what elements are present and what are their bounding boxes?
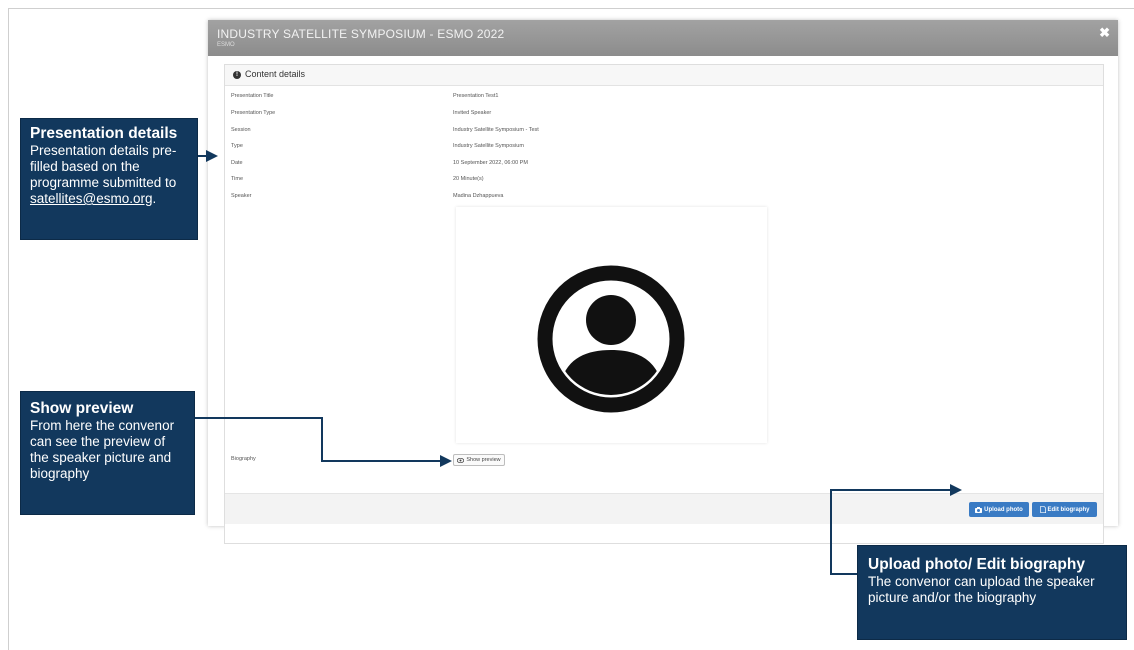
callout-body-text: Presentation details pre-filled based on… bbox=[30, 143, 177, 190]
upload-edit-callout: Upload photo/ Edit biography The conveno… bbox=[857, 545, 1127, 640]
satellites-email-link[interactable]: satellites@esmo.org bbox=[30, 191, 153, 206]
callout-body: The convenor can upload the speaker pict… bbox=[868, 574, 1095, 605]
callout-body-period: . bbox=[152, 191, 157, 206]
callout-title: Presentation details bbox=[30, 125, 178, 142]
show-preview-callout: Show preview From here the convenor can … bbox=[20, 391, 195, 515]
callout-title: Show preview bbox=[30, 400, 134, 417]
callout-body: From here the convenor can see the previ… bbox=[30, 418, 175, 481]
callout-title: Upload photo/ Edit biography bbox=[868, 556, 1085, 573]
callout-body: Presentation details pre-filled based on… bbox=[30, 143, 188, 207]
presentation-details-callout: Presentation details Presentation detail… bbox=[20, 118, 198, 240]
show-preview-arrow bbox=[195, 417, 452, 467]
